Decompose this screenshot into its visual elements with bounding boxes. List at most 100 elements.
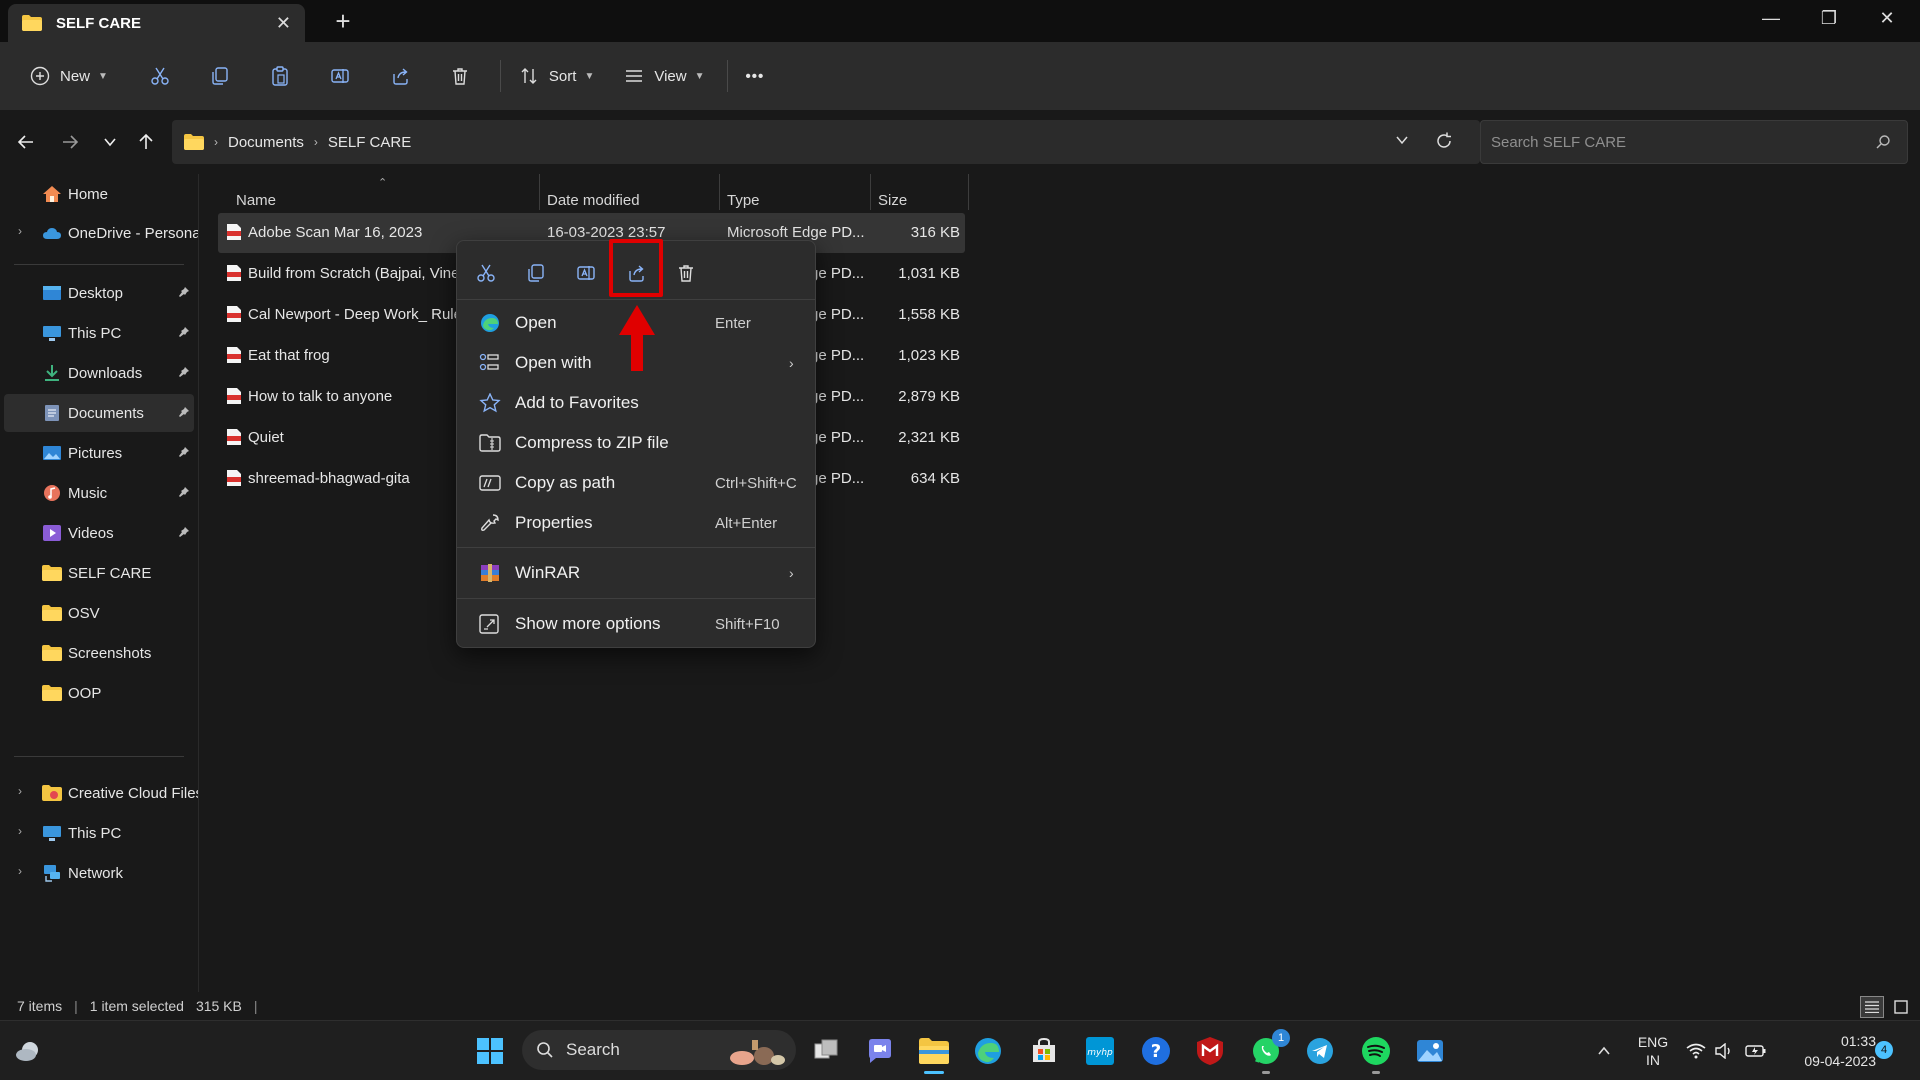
search-icon[interactable]	[1875, 134, 1891, 150]
sort-button[interactable]: Sort ▼	[511, 56, 602, 96]
sidebar-item-label: Screenshots	[68, 644, 152, 662]
maximize-button[interactable]: ❐	[1800, 0, 1858, 36]
weather-widget[interactable]	[8, 1031, 48, 1071]
close-button[interactable]: ✕	[1858, 0, 1916, 36]
search-box[interactable]	[1480, 120, 1908, 164]
sidebar-item-screenshots[interactable]: Screenshots	[4, 634, 194, 672]
recent-locations-button[interactable]	[94, 126, 126, 158]
address-dropdown-button[interactable]	[1394, 132, 1410, 148]
myhp-button[interactable]: myhp	[1080, 1031, 1120, 1071]
ctx-compress-zip[interactable]: Compress to ZIP file	[461, 423, 811, 463]
search-input[interactable]	[1481, 121, 1841, 163]
telegram-button[interactable]	[1300, 1031, 1340, 1071]
up-button[interactable]	[130, 126, 162, 158]
ctx-label: Properties	[515, 513, 593, 532]
plus-circle-icon	[30, 66, 50, 86]
column-divider[interactable]	[968, 174, 969, 210]
ctx-winrar[interactable]: WinRAR ›	[461, 553, 811, 593]
ctx-copy-button[interactable]	[516, 253, 556, 293]
ctx-delete-button[interactable]	[666, 253, 706, 293]
sidebar-item-osv[interactable]: OSV	[4, 594, 194, 632]
column-divider[interactable]	[870, 174, 871, 210]
sidebar-item-this-pc-pinned[interactable]: This PC	[4, 314, 194, 352]
sidebar-item-this-pc[interactable]: › This PC	[4, 814, 194, 852]
ctx-open-with[interactable]: Open with ›	[461, 343, 811, 383]
copy-button[interactable]	[190, 56, 250, 96]
sidebar-item-desktop[interactable]: Desktop	[4, 274, 194, 312]
show-hidden-icons-button[interactable]	[1584, 1031, 1624, 1071]
start-button[interactable]	[470, 1031, 510, 1071]
language-indicator[interactable]: ENG IN	[1628, 1033, 1678, 1069]
sidebar-item-videos[interactable]: Videos	[4, 514, 194, 552]
mcafee-button[interactable]	[1190, 1031, 1230, 1071]
pin-icon[interactable]	[178, 526, 190, 538]
refresh-button[interactable]	[1434, 131, 1454, 151]
tiles-view-button[interactable]	[1890, 996, 1912, 1018]
sidebar-item-pictures[interactable]: Pictures	[4, 434, 194, 472]
column-divider[interactable]	[539, 174, 540, 210]
tab-self-care[interactable]: SELF CARE ✕	[8, 4, 305, 42]
sidebar-item-onedrive[interactable]: › OneDrive - Persona	[4, 214, 198, 252]
paste-button[interactable]	[250, 56, 310, 96]
tab-close-button[interactable]: ✕	[276, 13, 291, 34]
sidebar-item-music[interactable]: Music	[4, 474, 194, 512]
task-view-button[interactable]	[806, 1031, 846, 1071]
notification-badge[interactable]: 4	[1875, 1041, 1893, 1059]
ctx-properties[interactable]: Properties Alt+Enter	[461, 503, 811, 543]
sidebar-item-documents[interactable]: Documents	[4, 394, 194, 432]
chevron-right-icon[interactable]: ›	[18, 224, 22, 238]
teams-chat-button[interactable]	[860, 1031, 900, 1071]
file-explorer-taskbar-button[interactable]	[914, 1031, 954, 1074]
whatsapp-button[interactable]: 1	[1246, 1029, 1290, 1074]
sidebar-item-network[interactable]: › Network	[4, 854, 194, 892]
chevron-right-icon[interactable]: ›	[18, 824, 22, 838]
share-button[interactable]	[370, 56, 430, 96]
forward-button[interactable]	[54, 126, 86, 158]
breadcrumb-self-care[interactable]: SELF CARE	[328, 134, 411, 151]
ctx-copy-as-path[interactable]: Copy as path Ctrl+Shift+C	[461, 463, 811, 503]
minimize-button[interactable]: —	[1742, 0, 1800, 36]
chevron-right-icon[interactable]: ›	[18, 784, 22, 798]
new-button[interactable]: New ▼	[22, 56, 116, 96]
photos-button[interactable]	[1410, 1031, 1450, 1071]
pin-icon[interactable]	[178, 286, 190, 298]
edge-taskbar-button[interactable]	[968, 1031, 1008, 1071]
new-tab-button[interactable]: +	[328, 6, 358, 36]
pin-icon[interactable]	[178, 406, 190, 418]
battery-status[interactable]	[1736, 1031, 1776, 1071]
cut-button[interactable]	[130, 56, 190, 96]
ctx-open[interactable]: Open Enter	[461, 303, 811, 343]
ctx-rename-button[interactable]	[566, 253, 606, 293]
sidebar-item-home[interactable]: Home	[4, 175, 194, 213]
ctx-label: Copy as path	[515, 473, 616, 492]
taskbar-search[interactable]: Search	[522, 1030, 796, 1070]
address-bar[interactable]: › Documents › SELF CARE	[172, 120, 1480, 164]
pane-divider[interactable]	[198, 174, 199, 992]
get-help-button[interactable]: ?	[1136, 1031, 1176, 1071]
file-name: Eat that frog	[248, 347, 330, 364]
breadcrumb-documents[interactable]: Documents	[228, 134, 304, 151]
sidebar-item-creative-cloud[interactable]: › Creative Cloud Files	[4, 774, 198, 812]
microsoft-store-button[interactable]	[1024, 1031, 1064, 1071]
sidebar-item-self-care[interactable]: SELF CARE	[4, 554, 194, 592]
rename-button[interactable]	[310, 56, 370, 96]
ctx-show-more-options[interactable]: Show more options Shift+F10	[461, 604, 811, 644]
chevron-right-icon[interactable]: ›	[18, 864, 22, 878]
ctx-cut-button[interactable]	[466, 253, 506, 293]
pin-icon[interactable]	[178, 486, 190, 498]
sidebar-item-downloads[interactable]: Downloads	[4, 354, 194, 392]
clock[interactable]: 01:33 09-04-2023	[1780, 1031, 1876, 1071]
ctx-add-to-favorites[interactable]: Add to Favorites	[461, 383, 811, 423]
pin-icon[interactable]	[178, 446, 190, 458]
pin-icon[interactable]	[178, 366, 190, 378]
details-view-button[interactable]	[1860, 996, 1884, 1018]
more-options-button[interactable]: •••	[738, 56, 773, 96]
back-button[interactable]	[10, 126, 42, 158]
delete-button[interactable]	[430, 56, 490, 96]
copy-icon	[212, 67, 228, 85]
view-button[interactable]: View ▼	[616, 56, 712, 96]
spotify-button[interactable]	[1356, 1031, 1396, 1074]
column-divider[interactable]	[719, 174, 720, 210]
sidebar-item-oop[interactable]: OOP	[4, 674, 194, 712]
pin-icon[interactable]	[178, 326, 190, 338]
